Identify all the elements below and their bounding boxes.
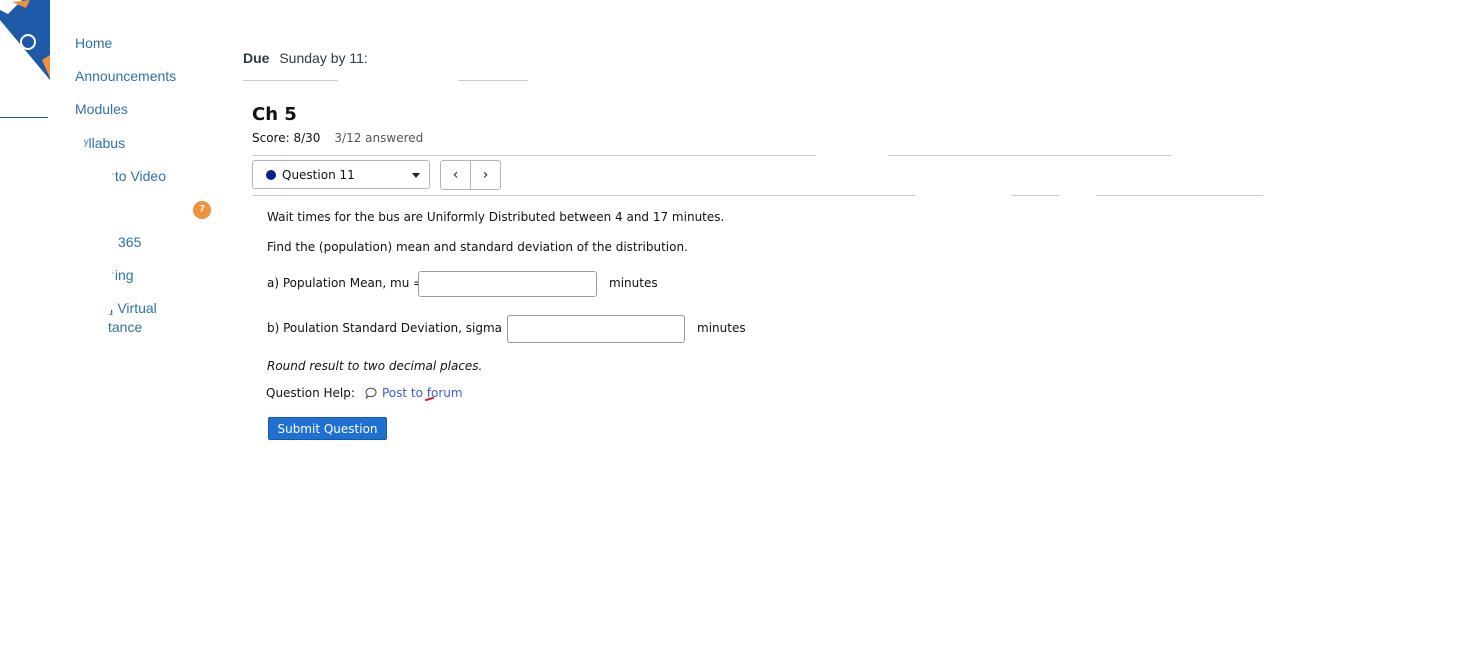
unread-count-badge: 7 xyxy=(193,201,211,219)
question-stem: Wait times for the bus are Uniformly Dis… xyxy=(267,210,725,224)
question-pager: ‹ › xyxy=(440,160,501,190)
divider xyxy=(252,195,916,196)
score-text: Score: 8/30 xyxy=(252,131,321,145)
part-a-label: a) Population Mean, mu = xyxy=(267,276,424,290)
part-b-label: b) Poulation Standard Deviation, sigma = xyxy=(267,321,516,335)
nav-link-virtual-assistance-cont[interactable]: tance xyxy=(108,318,142,337)
question-selector-label: Question 11 xyxy=(282,168,355,182)
speech-bubble-icon xyxy=(365,387,377,399)
assignment-title: Ch 5 xyxy=(252,104,297,125)
due-label: Due xyxy=(243,50,270,66)
submit-question-button[interactable]: Submit Question xyxy=(268,417,387,440)
divider xyxy=(888,155,1171,156)
nav-link-modules[interactable]: Modules xyxy=(75,100,128,119)
previous-question-button[interactable]: ‹ xyxy=(441,161,470,189)
question-instruction: Find the (population) mean and standard … xyxy=(267,240,688,254)
divider xyxy=(1011,195,1059,196)
question-status-dot-icon xyxy=(266,170,276,180)
nav-link-365[interactable]: 365 xyxy=(118,233,141,252)
nav-link-announcements[interactable]: Announcements xyxy=(75,67,176,86)
nav-link-video[interactable]: ˑto Video xyxy=(111,167,166,186)
divider xyxy=(243,80,338,81)
nav-link-virtual-assistance[interactable]: ⸥ Virtual xyxy=(108,299,157,318)
question-selector-dropdown[interactable]: Question 11 xyxy=(252,160,430,189)
score-row: Score: 8/30 3/12 answered xyxy=(252,131,423,145)
population-mean-input[interactable] xyxy=(418,271,597,297)
chevron-right-icon: › xyxy=(482,167,489,183)
divider xyxy=(458,80,528,81)
course-navigation: Home Announcements Modules ʸllabus ˑto V… xyxy=(0,0,230,657)
answered-count: 3/12 answered xyxy=(334,131,424,145)
question-help-label: Question Help: xyxy=(266,386,355,400)
rounding-note: Round result to two decimal places. xyxy=(267,359,483,373)
next-question-button[interactable]: › xyxy=(470,161,500,189)
post-to-forum-label: Post to forum xyxy=(382,386,463,400)
divider xyxy=(1096,195,1263,196)
post-to-forum-link[interactable]: Post to forum xyxy=(365,386,463,400)
nav-link-syllabus[interactable]: ʸllabus xyxy=(84,134,125,153)
population-sd-input[interactable] xyxy=(507,315,685,343)
chevron-left-icon: ‹ xyxy=(452,167,459,183)
due-date-row: Due Sunday by 11: xyxy=(243,50,368,66)
part-b-unit: minutes xyxy=(697,321,746,335)
cursor-mark-icon xyxy=(425,397,434,401)
divider xyxy=(252,155,816,156)
nav-link-tutoring[interactable]: ˑing xyxy=(111,266,134,285)
part-a-unit: minutes xyxy=(609,276,658,290)
due-date: Sunday by 11: xyxy=(279,50,368,66)
caret-down-icon xyxy=(412,173,420,178)
nav-link-home[interactable]: Home xyxy=(75,34,112,53)
